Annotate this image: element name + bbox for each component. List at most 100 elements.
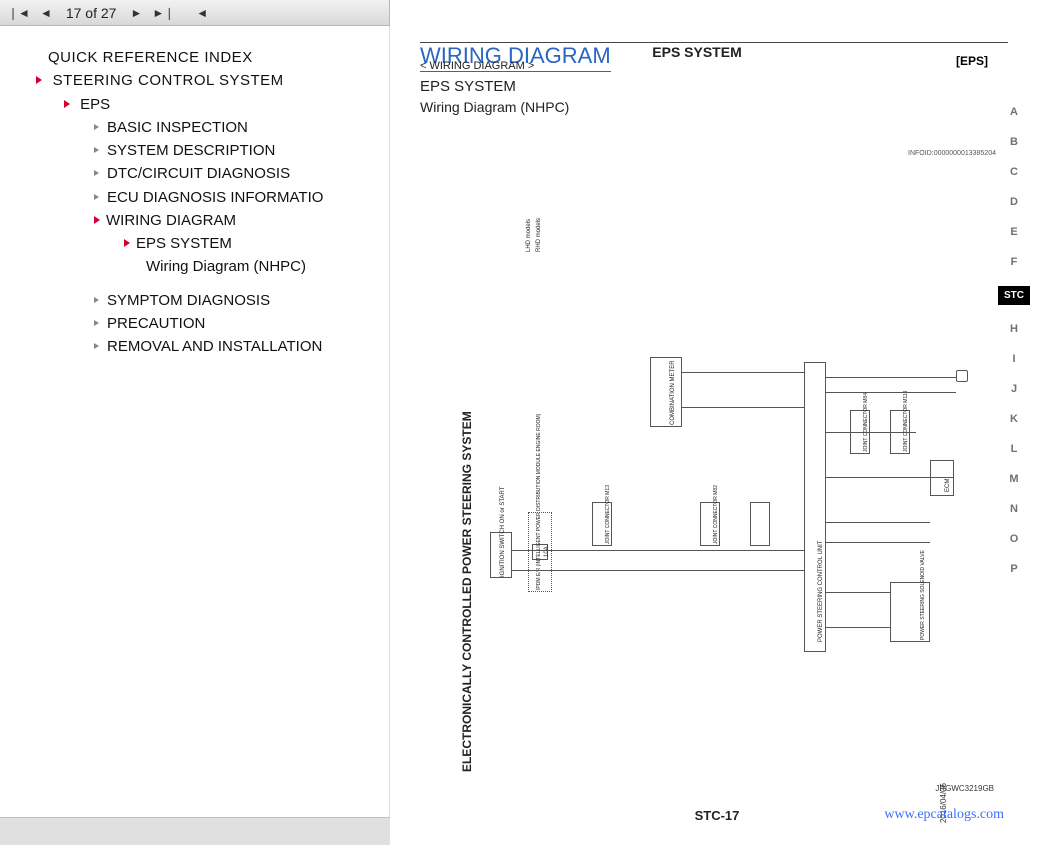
models-lhd: LHD models [526, 219, 532, 252]
collapsed-icon [94, 320, 99, 326]
section-letter[interactable]: C [998, 166, 1030, 178]
tree-item[interactable]: ECU DIAGNOSIS INFORMATIO [94, 186, 381, 209]
tree-label: EPS [80, 96, 110, 113]
tree-leaf[interactable]: Wiring Diagram (NHPC) [146, 255, 381, 278]
joint1-label: JOINT CONNECTOR M13 [605, 485, 611, 544]
section-letter[interactable]: K [998, 413, 1030, 425]
wiring-diagram: ELECTRONICALLY CONTROLLED POWER STEERING… [450, 182, 970, 792]
wire [826, 542, 930, 543]
diagram-title: ELECTRONICALLY CONTROLLED POWER STEERING… [460, 411, 474, 772]
tree-label: BASIC INSPECTION [107, 119, 248, 136]
tree-item[interactable]: DTC/CIRCUIT DIAGNOSIS [94, 162, 381, 185]
nav-tree: QUICK REFERENCE INDEX STEERING CONTROL S… [26, 46, 381, 358]
document-page: EPS SYSTEM < WIRING DIAGRAM > [EPS] WIRI… [390, 26, 1044, 845]
wire [682, 372, 804, 373]
collapsed-icon [94, 170, 99, 176]
expanded-icon [64, 100, 70, 108]
last-page-icon[interactable]: ►❘ [152, 6, 174, 20]
tree-label: WIRING DIAGRAM [106, 212, 236, 229]
section-letter[interactable]: B [998, 136, 1030, 148]
prev-page-icon[interactable]: ◄ [40, 6, 52, 20]
sidebar: QUICK REFERENCE INDEX STEERING CONTROL S… [0, 26, 390, 845]
section-letter[interactable]: I [998, 353, 1030, 365]
section-letter[interactable]: O [998, 533, 1030, 545]
section-current[interactable]: STC [998, 286, 1030, 305]
collapsed-icon [94, 147, 99, 153]
joint4-label: JOINT CONNECTOR M119 [903, 391, 909, 452]
ground-symbol [956, 370, 968, 382]
header-title: EPS SYSTEM [390, 44, 1004, 60]
wire [512, 570, 804, 571]
tree-group[interactable]: EPS [64, 93, 381, 116]
section-letter[interactable]: J [998, 383, 1030, 395]
fuse-label: 10A [544, 546, 550, 557]
page-indicator: 17 of 27 [66, 5, 117, 21]
section-letter[interactable]: N [998, 503, 1030, 515]
page-number: STC-17 [695, 808, 740, 823]
first-page-icon[interactable]: ❘◄ [8, 6, 30, 20]
collapsed-icon [94, 124, 99, 130]
pager-toolbar: ❘◄ ◄ 17 of 27 ► ►❘ ◄ [0, 0, 390, 26]
page-h2: EPS SYSTEM [420, 78, 1044, 95]
wire [826, 522, 930, 523]
tree-label: REMOVAL AND INSTALLATION [107, 338, 322, 355]
power-unit-label: POWER STEERING CONTROL UNIT [818, 541, 824, 642]
tree-label: QUICK REFERENCE INDEX [48, 49, 253, 66]
tree-item[interactable]: SYMPTOM DIAGNOSIS [94, 289, 381, 312]
breadcrumb: < WIRING DIAGRAM > [420, 60, 1004, 72]
wire [826, 432, 916, 433]
expanded-icon [36, 76, 42, 84]
joint-connector-3 [750, 502, 770, 546]
tree-item-eps-system[interactable]: EPS SYSTEM [124, 232, 381, 255]
tree-item[interactable]: PRECAUTION [94, 312, 381, 335]
page-h3: Wiring Diagram (NHPC) [420, 99, 1044, 115]
eps-tag: [EPS] [956, 54, 988, 68]
back-icon[interactable]: ◄ [196, 6, 208, 20]
wire [826, 627, 890, 628]
ecm-label: ECM [945, 479, 951, 492]
combination-label: COMBINATION METER [670, 360, 676, 425]
tree-label: SYSTEM DESCRIPTION [107, 142, 275, 159]
tree-label: ECU DIAGNOSIS INFORMATIO [107, 189, 323, 206]
section-letter[interactable]: E [998, 226, 1030, 238]
section-letter[interactable]: L [998, 443, 1030, 455]
section-letter[interactable]: D [998, 196, 1030, 208]
wire [512, 550, 804, 551]
section-letter[interactable]: H [998, 323, 1030, 335]
section-letter[interactable]: P [998, 563, 1030, 575]
models-rhd: RHD models [536, 218, 542, 252]
section-letter[interactable]: F [998, 256, 1030, 268]
tree-item[interactable]: SYSTEM DESCRIPTION [94, 139, 381, 162]
tree-item-wiring[interactable]: WIRING DIAGRAM [94, 209, 381, 232]
infoid: INFOID:0000000013385204 [908, 150, 996, 157]
collapsed-icon [94, 194, 99, 200]
tree-section[interactable]: STEERING CONTROL SYSTEM [36, 69, 381, 92]
section-letter[interactable]: A [998, 106, 1030, 118]
tree-label: EPS SYSTEM [136, 235, 232, 252]
tree-item[interactable]: REMOVAL AND INSTALLATION [94, 335, 381, 358]
tree-item[interactable]: BASIC INSPECTION [94, 116, 381, 139]
tree-label: STEERING CONTROL SYSTEM [53, 72, 284, 89]
tree-label: SYMPTOM DIAGNOSIS [107, 292, 270, 309]
next-page-icon[interactable]: ► [130, 6, 142, 20]
wire [682, 407, 804, 408]
expanded-icon [94, 216, 100, 224]
ignition-label: IGNITION SWITCH ON or START [500, 487, 506, 577]
tree-label: PRECAUTION [107, 315, 205, 332]
solenoid-label: POWER STEERING SOLENOID VALVE [920, 550, 926, 640]
tree-label: Wiring Diagram (NHPC) [146, 258, 306, 275]
expanded-icon [124, 239, 130, 247]
collapsed-icon [94, 343, 99, 349]
section-letter[interactable]: M [998, 473, 1030, 485]
watermark: www.epcatalogs.com [884, 807, 1004, 823]
diagram-code: JRGWC3219GB [935, 784, 994, 793]
main-container: QUICK REFERENCE INDEX STEERING CONTROL S… [0, 26, 1044, 845]
sidebar-statusbar [0, 817, 390, 845]
wire [826, 477, 954, 478]
section-index-column: A B C D E F STC H I J K L M N O P [998, 106, 1030, 575]
tree-label: DTC/CIRCUIT DIAGNOSIS [107, 165, 290, 182]
page-header: EPS SYSTEM < WIRING DIAGRAM > [EPS] [390, 58, 1004, 72]
tree-root-item[interactable]: QUICK REFERENCE INDEX [48, 46, 381, 69]
combination-meter-box [650, 357, 682, 427]
wire [826, 392, 956, 393]
